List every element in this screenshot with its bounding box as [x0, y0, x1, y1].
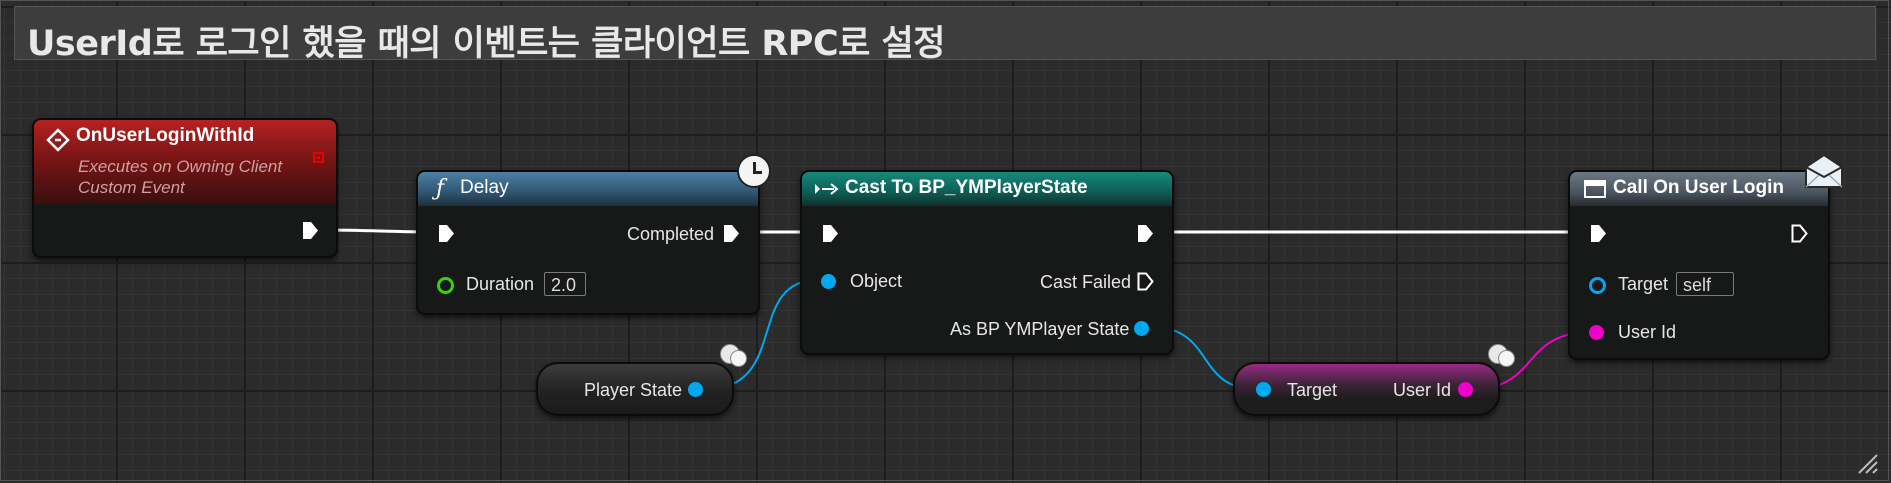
get-userid-node[interactable]: Target User Id — [1233, 362, 1500, 416]
delay-node-title: Delay — [460, 177, 509, 198]
cast-node-title: Cast To BP_YMPlayerState — [845, 177, 1088, 198]
player-state-getter-node[interactable]: Player State — [536, 362, 734, 416]
delegate-pin-square[interactable] — [313, 152, 324, 163]
comment-box-header[interactable]: UserId로 로그인 했을 때의 이벤트는 클라이언트 RPC로 설정 — [14, 6, 1876, 64]
delay-duration-label: Duration — [466, 274, 535, 294]
call-target-label: Target — [1618, 274, 1669, 294]
delay-duration-pin[interactable] — [437, 277, 454, 294]
get-userid-target-pin[interactable] — [1256, 382, 1271, 397]
player-state-label: Player State — [584, 380, 683, 400]
resize-grip-icon[interactable] — [1856, 452, 1878, 474]
network-cloud-icon — [720, 340, 747, 367]
call-on-user-login-node[interactable]: Call On User Login Target self User Id — [1568, 170, 1830, 360]
delay-completed-label: Completed — [627, 224, 715, 244]
function-icon: ƒ — [436, 176, 445, 201]
event-type-label: Custom Event — [78, 178, 185, 197]
get-userid-output-label: User Id — [1393, 380, 1452, 400]
blueprint-graph[interactable]: UserId로 로그인 했을 때의 이벤트는 클라이언트 RPC로 설정 OnU… — [0, 0, 1891, 483]
cast-failed-label: Cast Failed — [1040, 272, 1132, 292]
clock-icon — [737, 154, 771, 188]
cast-output-pin[interactable] — [1134, 321, 1149, 336]
cast-exec-in-pin[interactable] — [822, 224, 839, 243]
event-diamond-icon — [46, 128, 70, 152]
call-node-title: Call On User Login — [1613, 177, 1785, 198]
function-window-icon — [1584, 180, 1606, 198]
cast-exec-out-pin[interactable] — [1137, 224, 1154, 243]
network-cloud-icon — [1488, 340, 1515, 367]
cast-output-label: As BP YMPlayer State — [950, 319, 1130, 339]
delay-completed-pin[interactable] — [723, 224, 740, 243]
delay-duration-input[interactable]: 2.0 — [544, 272, 586, 296]
cast-node[interactable]: Cast To BP_YMPlayerState Object Cast Fai… — [800, 170, 1174, 355]
call-userid-pin[interactable] — [1589, 325, 1604, 340]
delay-node[interactable]: ƒ Delay Completed Duration 2.0 — [416, 170, 760, 315]
comment-title: UserId로 로그인 했을 때의 이벤트는 클라이언트 RPC로 설정 — [27, 24, 945, 64]
get-userid-target-label: Target — [1287, 380, 1338, 400]
call-exec-in-pin[interactable] — [1590, 224, 1607, 243]
cast-arrows-icon — [815, 183, 839, 195]
event-replication-label: Executes on Owning Client — [78, 157, 283, 176]
call-target-input[interactable]: self — [1676, 272, 1734, 296]
call-exec-out-pin[interactable] — [1791, 224, 1808, 243]
event-node-onuserloginwithid[interactable]: OnUserLoginWithId Executes on Owning Cli… — [32, 118, 338, 258]
envelope-icon — [1805, 153, 1843, 188]
event-exec-out-pin[interactable] — [302, 221, 319, 240]
call-userid-label: User Id — [1618, 322, 1677, 342]
event-node-title: OnUserLoginWithId — [76, 125, 255, 146]
player-state-output-pin[interactable] — [688, 382, 703, 397]
cast-object-label: Object — [850, 271, 903, 291]
call-target-pin[interactable] — [1589, 277, 1606, 294]
cast-failed-pin[interactable] — [1137, 272, 1154, 291]
get-userid-output-pin[interactable] — [1458, 382, 1473, 397]
cast-object-pin[interactable] — [821, 274, 836, 289]
delay-exec-in-pin[interactable] — [438, 224, 455, 243]
